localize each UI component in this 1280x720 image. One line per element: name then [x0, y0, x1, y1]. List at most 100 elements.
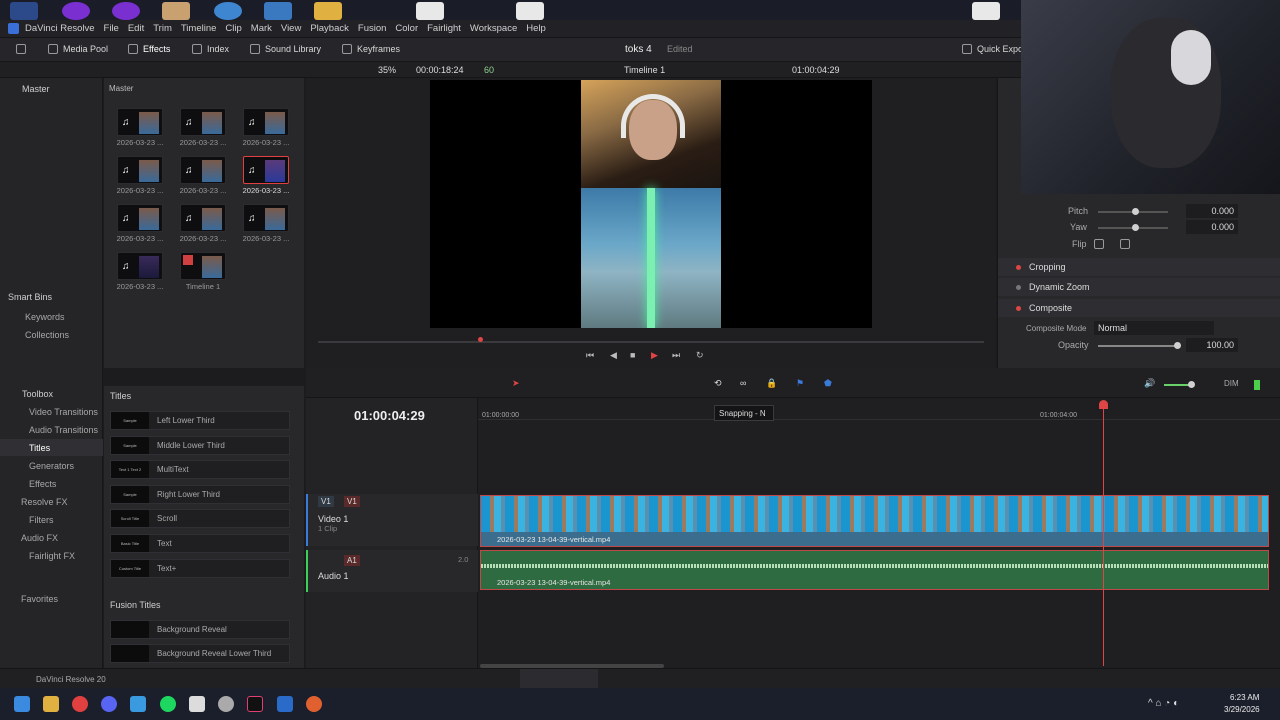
- menu-mark[interactable]: Mark: [251, 23, 272, 34]
- title-item[interactable]: Sample Middle Lower Third: [110, 436, 290, 455]
- timeline-thumbnail[interactable]: [180, 252, 226, 280]
- yaw-value[interactable]: 0.000: [1186, 220, 1238, 234]
- zoom-level[interactable]: 35%: [378, 65, 396, 75]
- link-icon[interactable]: ∞: [740, 378, 746, 388]
- flip-horizontal-icon[interactable]: [1094, 239, 1104, 249]
- selection-tool-icon[interactable]: ➤: [512, 378, 520, 389]
- dim-button[interactable]: DIM: [1224, 379, 1239, 388]
- smart-bin-keywords[interactable]: Keywords: [25, 312, 65, 322]
- timeline-name[interactable]: Timeline 1: [624, 65, 665, 75]
- title-item[interactable]: Custom Title Text+: [110, 559, 290, 578]
- title-item[interactable]: Text 1 Text 2 MultiText: [110, 460, 290, 479]
- category-titles[interactable]: Titles: [29, 443, 50, 453]
- tray-icons[interactable]: ^ ⌂ ◔ ◐: [1148, 698, 1179, 709]
- discord-icon[interactable]: [101, 696, 117, 712]
- marker-icon[interactable]: ⬟: [824, 378, 832, 389]
- video-preview[interactable]: [581, 80, 721, 328]
- quick-export-button[interactable]: Quick Export: [962, 44, 1029, 54]
- audio-track-name[interactable]: Audio 1: [318, 571, 349, 581]
- skip-start-icon[interactable]: ⏮: [586, 350, 594, 361]
- volume-icon[interactable]: 🔊: [1144, 378, 1155, 389]
- composite-header[interactable]: Composite: [1029, 303, 1072, 313]
- title-item[interactable]: Sample Right Lower Third: [110, 485, 290, 504]
- dynamic-zoom-toggle[interactable]: [1016, 284, 1021, 290]
- a1-dest[interactable]: A1: [344, 555, 360, 566]
- app-icon[interactable]: [130, 696, 146, 712]
- menu-fusion[interactable]: Fusion: [358, 23, 387, 34]
- clip-thumbnail[interactable]: ♫: [117, 252, 163, 280]
- app-icon[interactable]: [218, 696, 234, 712]
- v1-dest[interactable]: V1: [344, 496, 360, 507]
- category-fairlight-fx[interactable]: Fairlight FX: [29, 551, 75, 561]
- smart-bin-collections[interactable]: Collections: [25, 330, 69, 340]
- scrubber-playhead[interactable]: [478, 337, 483, 342]
- opacity-value[interactable]: 100.00: [1186, 338, 1238, 352]
- flag-icon[interactable]: ⚑: [796, 378, 804, 389]
- video-clip[interactable]: 2026-03-23 13-04-39-vertical.mp4: [480, 495, 1269, 547]
- menu-view[interactable]: View: [281, 23, 301, 34]
- chrome-icon[interactable]: [72, 696, 88, 712]
- dynamic-zoom-header[interactable]: Dynamic Zoom: [1029, 282, 1090, 292]
- menu-trim[interactable]: Trim: [153, 23, 172, 34]
- menu-file[interactable]: File: [104, 23, 119, 34]
- clip-thumbnail[interactable]: ♫: [117, 108, 163, 136]
- clip-thumbnail[interactable]: ♫: [117, 156, 163, 184]
- cropping-header[interactable]: Cropping: [1029, 262, 1066, 272]
- viewer-scrubber[interactable]: [318, 341, 984, 343]
- flip-vertical-icon[interactable]: [1120, 239, 1130, 249]
- video-track-name[interactable]: Video 1: [318, 514, 348, 524]
- start-icon[interactable]: [14, 696, 30, 712]
- stop-icon[interactable]: ■: [630, 350, 635, 360]
- playhead[interactable]: [1103, 404, 1104, 666]
- clock-date[interactable]: 3/29/2026: [1224, 705, 1260, 714]
- audio-clip[interactable]: 2026-03-23 13-04-39-vertical.mp4: [480, 550, 1269, 590]
- menu-playback[interactable]: Playback: [310, 23, 349, 34]
- category-video-transitions[interactable]: Video Transitions: [29, 407, 98, 417]
- edit-page-tab[interactable]: [520, 669, 598, 689]
- favorites-header[interactable]: Favorites: [21, 594, 58, 604]
- skip-end-icon[interactable]: ⏭: [672, 350, 680, 361]
- category-resolve-fx[interactable]: Resolve FX: [21, 497, 68, 507]
- category-effects[interactable]: Effects: [29, 479, 56, 489]
- keyframes-button[interactable]: Keyframes: [342, 44, 400, 54]
- tiktok-icon[interactable]: [247, 696, 263, 712]
- play-icon[interactable]: ▶: [651, 350, 658, 361]
- resolve-icon[interactable]: [277, 696, 293, 712]
- category-audio-transitions[interactable]: Audio Transitions: [29, 425, 98, 435]
- loop-icon[interactable]: ↻: [696, 350, 704, 361]
- title-item[interactable]: Scroll Title Scroll: [110, 509, 290, 528]
- category-filters[interactable]: Filters: [29, 515, 54, 525]
- clip-thumbnail[interactable]: ♫: [180, 156, 226, 184]
- menu-help[interactable]: Help: [526, 23, 546, 34]
- fusion-title-item[interactable]: Background Reveal Lower Third: [110, 644, 290, 663]
- title-item[interactable]: Sample Left Lower Third: [110, 411, 290, 430]
- media-pool-button[interactable]: Media Pool: [48, 44, 108, 54]
- composite-toggle[interactable]: [1016, 305, 1021, 311]
- category-audio-fx[interactable]: Audio FX: [21, 533, 58, 543]
- reverse-icon[interactable]: ◀: [610, 350, 617, 361]
- category-generators[interactable]: Generators: [29, 461, 74, 471]
- clip-thumbnail[interactable]: ♫: [243, 204, 289, 232]
- clip-thumbnail[interactable]: ♫: [180, 108, 226, 136]
- explorer-icon[interactable]: [43, 696, 59, 712]
- monitor-icon[interactable]: [16, 44, 26, 54]
- clip-thumbnail[interactable]: ♫: [180, 204, 226, 232]
- volume-slider[interactable]: [1164, 381, 1195, 388]
- fusion-title-item[interactable]: Background Reveal: [110, 620, 290, 639]
- effects-button[interactable]: Effects: [128, 44, 170, 54]
- clock-time[interactable]: 6:23 AM: [1230, 693, 1259, 702]
- menu-color[interactable]: Color: [395, 23, 418, 34]
- menu-workspace[interactable]: Workspace: [470, 23, 517, 34]
- pitch-slider[interactable]: [1098, 208, 1168, 215]
- toolbox-header[interactable]: Toolbox: [22, 389, 53, 399]
- title-item[interactable]: Basic Title Text: [110, 534, 290, 553]
- sound-library-button[interactable]: Sound Library: [250, 44, 321, 54]
- cropping-toggle[interactable]: [1016, 264, 1021, 270]
- clip-thumbnail-selected[interactable]: ♫: [243, 156, 289, 184]
- opacity-slider[interactable]: [1098, 342, 1181, 349]
- app-icon[interactable]: [306, 696, 322, 712]
- timeline-ruler[interactable]: 01:00:00:00 01:00:04:00: [478, 398, 1280, 420]
- clip-thumbnail[interactable]: ♫: [243, 108, 289, 136]
- app-icon[interactable]: [189, 696, 205, 712]
- snapping-icon[interactable]: ⟲: [714, 378, 722, 389]
